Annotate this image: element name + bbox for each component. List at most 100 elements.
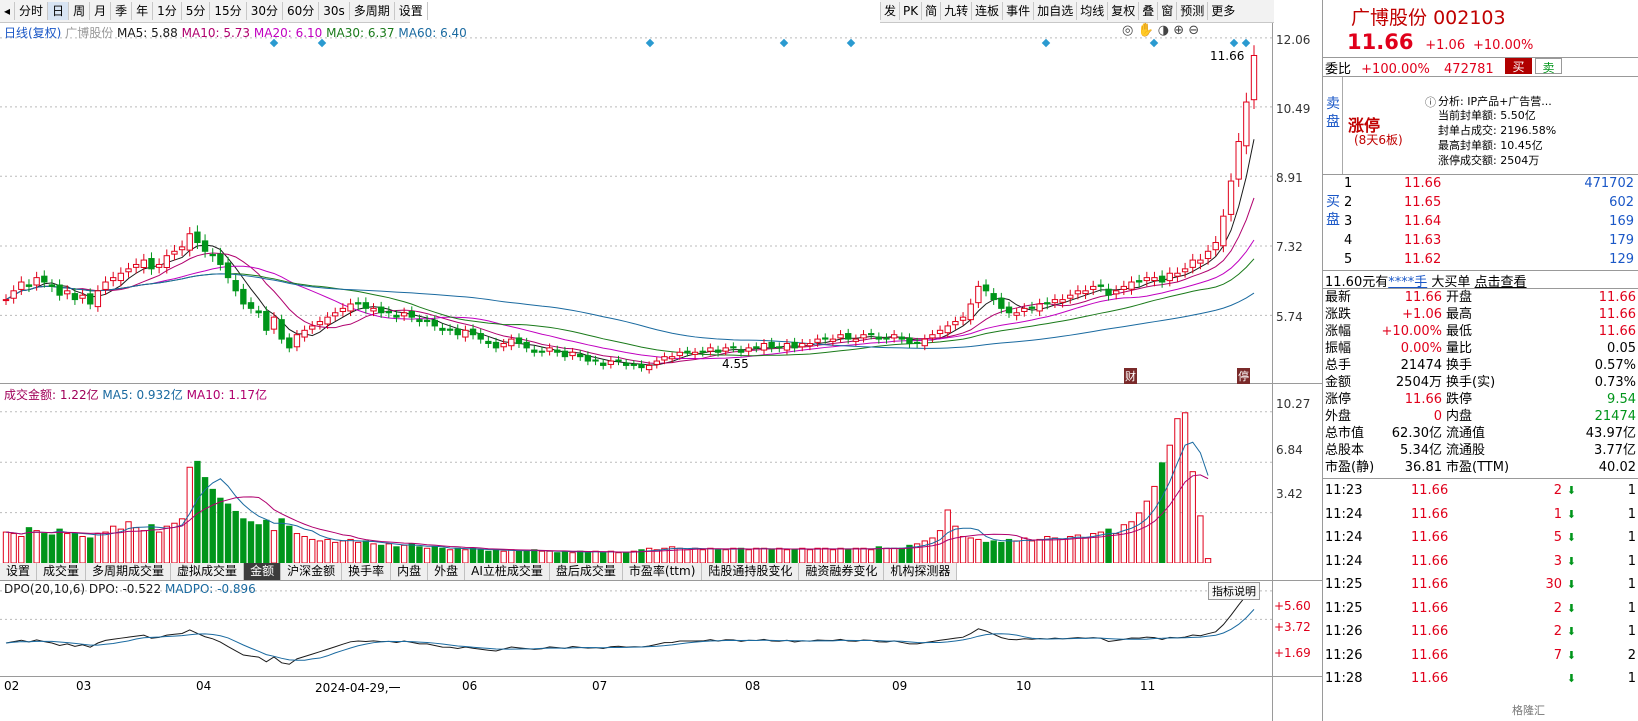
tool-btn-9[interactable]: 叠 — [1138, 2, 1157, 20]
quote-row: 总股本 5.34亿 流通股 3.77亿 — [1325, 442, 1638, 459]
trade-price: 11.66 — [1411, 553, 1449, 569]
indicator-tab-3[interactable]: 虚拟成交量 — [171, 563, 245, 580]
candle-body — [1250, 54, 1258, 101]
indicator-help-button[interactable]: 指标说明 — [1208, 582, 1260, 600]
bid-row[interactable]: 1 11.66 471702 — [1342, 174, 1638, 193]
candle-body — [416, 319, 423, 323]
buy-button[interactable]: 买 — [1505, 58, 1532, 74]
period-btn-2[interactable]: 周 — [69, 2, 91, 20]
period-btn-3[interactable]: 月 — [90, 2, 112, 20]
candle-body — [163, 255, 170, 268]
volume-chart[interactable] — [0, 384, 1272, 563]
quote-row: 振幅 0.00% 量比 0.05 — [1325, 340, 1638, 357]
tool-btn-3[interactable]: 九转 — [940, 2, 971, 20]
candle-body — [263, 310, 270, 331]
period-btn-10[interactable]: 60分 — [283, 2, 320, 20]
tool-btn-2[interactable]: 简 — [921, 2, 940, 20]
candle-body — [607, 360, 615, 365]
quote-value: +10.00% — [1381, 324, 1442, 339]
period-btn-1[interactable]: 日 — [48, 2, 70, 20]
indicator-tab-1[interactable]: 成交量 — [37, 563, 87, 580]
period-btn-4[interactable]: 季 — [111, 2, 133, 20]
ma20-label: MA20: 6.10 — [253, 26, 323, 40]
period-btn-8[interactable]: 15分 — [210, 2, 247, 20]
tool-btn-11[interactable]: 预测 — [1176, 2, 1207, 20]
tool-btn-5[interactable]: 事件 — [1002, 2, 1033, 20]
volume-bar — [355, 541, 362, 563]
indicator-tab-8[interactable]: 外盘 — [428, 563, 466, 580]
indicator-tab-0[interactable]: 设置 — [0, 563, 38, 580]
indicator-tab-12[interactable]: 陆股通持股变化 — [702, 563, 800, 580]
candle-body — [324, 316, 331, 325]
candle-body — [1166, 272, 1173, 282]
last-price: 11.66 — [1347, 30, 1414, 54]
candle-body — [94, 290, 102, 308]
tool-btn-8[interactable]: 复权 — [1107, 2, 1138, 20]
quote-row: 市盈(静) 36.81 市盈(TTM) 40.02 — [1325, 459, 1638, 476]
period-btn-13[interactable]: 设置 — [395, 2, 428, 20]
period-btn-12[interactable]: 多周期 — [350, 2, 395, 20]
weibi-pct: +100.00% — [1361, 62, 1430, 77]
period-btn-11[interactable]: 30s — [319, 2, 350, 20]
volume-bar — [622, 552, 630, 563]
quote-value: 2504万 — [1395, 375, 1442, 390]
limit-up-analysis[interactable]: 分析: IP产品+广告营... — [1438, 93, 1552, 109]
indicator-tab-11[interactable]: 市盈率(ttm) — [623, 563, 703, 580]
volume-bar — [1181, 412, 1189, 563]
sell-button[interactable]: 卖 — [1535, 58, 1562, 75]
volume-bar — [462, 549, 469, 563]
indicator-tab-2[interactable]: 多周期成交量 — [86, 563, 172, 580]
indicator-tab-7[interactable]: 内盘 — [391, 563, 429, 580]
trade-price: 11.66 — [1411, 647, 1449, 663]
period-btn-6[interactable]: 1分 — [153, 2, 182, 20]
indicator-tab-4[interactable]: 金额 — [244, 563, 282, 580]
candlestick-chart[interactable] — [0, 23, 1322, 383]
candle-body — [171, 250, 178, 255]
volume-bar — [508, 549, 515, 563]
chart-tool-icons[interactable]: ◎ ✋ ◑ ⊕ ⊖ — [1122, 23, 1199, 38]
right-toolbar: 发 PK 简九转 连板 事件 加自选 均线 复权叠窗预测 更多 — [880, 0, 1274, 23]
stock-name: 广博股份 — [1351, 7, 1428, 29]
indicator-tab-13[interactable]: 融资融券变化 — [799, 563, 885, 580]
candle-body — [936, 329, 944, 335]
info-icon[interactable]: ⓘ — [1425, 94, 1436, 110]
indicator-tab-10[interactable]: 盘后成交量 — [550, 563, 623, 580]
vol-ma10-label: MA10: 1.17亿 — [186, 388, 268, 402]
dpo-tick: +5.60 — [1274, 599, 1311, 613]
period-btn-5[interactable]: 年 — [132, 2, 154, 20]
candle-body — [48, 284, 56, 287]
bid-row[interactable]: 4 11.63 179 — [1342, 231, 1638, 250]
suspend-marker[interactable]: 停 — [1237, 368, 1250, 384]
limit-up-stat: 最高封单额: 10.45亿 — [1438, 139, 1543, 152]
bid-row[interactable]: 5 11.62 129 — [1342, 250, 1638, 269]
period-btn-9[interactable]: 30分 — [247, 2, 283, 20]
tool-btn-6[interactable]: 加自选 — [1033, 2, 1076, 20]
volume-bar — [247, 521, 255, 563]
period-btn-7[interactable]: 5分 — [182, 2, 211, 20]
bid-row[interactable]: 3 11.64 169 — [1342, 212, 1638, 231]
indicator-tab-5[interactable]: 沪深金额 — [281, 563, 343, 580]
period-btn-0[interactable]: 分时 — [15, 2, 49, 20]
indicator-tab-14[interactable]: 机构探测器 — [884, 563, 958, 580]
tool-btn-7[interactable]: 均线 — [1076, 2, 1107, 20]
indicator-tab-9[interactable]: AI立桩成交量 — [465, 563, 550, 580]
bid-row[interactable]: 2 11.65 602 — [1342, 193, 1638, 212]
tool-btn-12[interactable]: 更多 — [1207, 2, 1238, 20]
volume-bar — [186, 466, 193, 563]
tool-btn-10[interactable]: 窗 — [1157, 2, 1176, 20]
tool-btn-0[interactable]: 发 — [880, 2, 899, 20]
quote-value: 0.00% — [1400, 341, 1442, 356]
finance-marker[interactable]: 财 — [1124, 368, 1137, 384]
bid-price: 11.66 — [1404, 176, 1442, 191]
price-change: +1.06 — [1425, 38, 1466, 53]
quote-value: 40.02 — [1598, 460, 1636, 475]
quote-row: 最新 11.66 开盘 11.66 — [1325, 289, 1638, 306]
back-icon[interactable]: ◂ — [0, 2, 16, 20]
bid-volume: 169 — [1609, 214, 1634, 229]
volume-bar — [1051, 537, 1059, 563]
tool-btn-4[interactable]: 连板 — [971, 2, 1002, 20]
indicator-tab-6[interactable]: 换手率 — [342, 563, 392, 580]
volume-bar — [699, 549, 706, 563]
candle-body — [485, 340, 492, 344]
tool-btn-1[interactable]: PK — [899, 2, 921, 20]
